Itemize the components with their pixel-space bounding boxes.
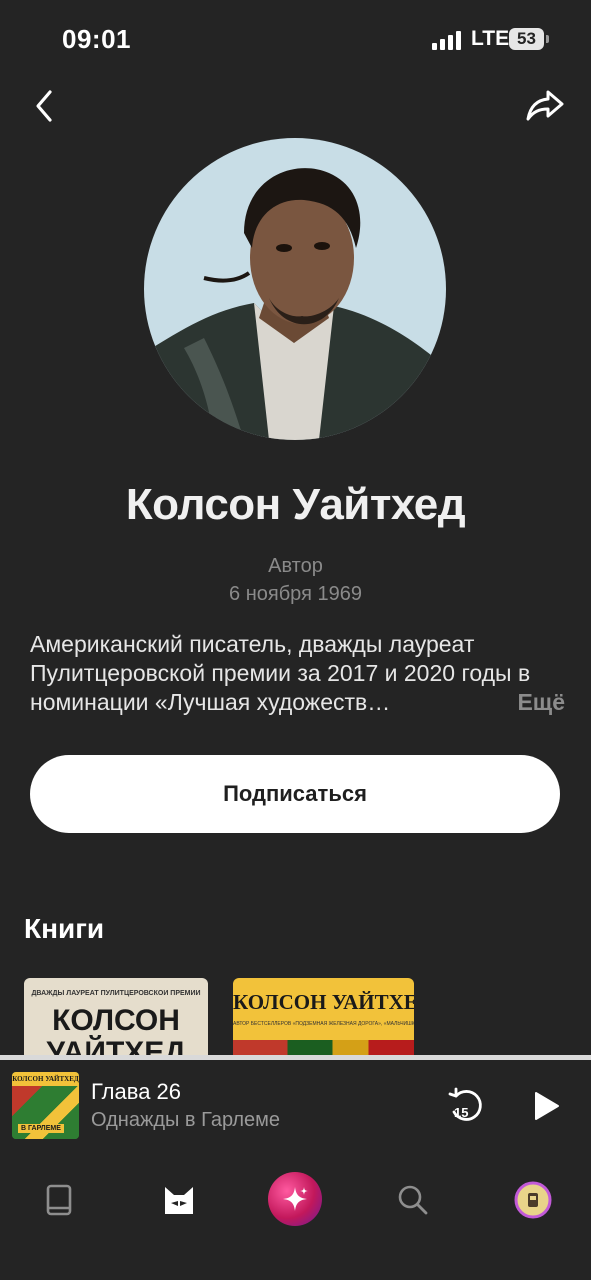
author-bio-text: Американский писатель, дважды лауреат Пу… bbox=[30, 631, 531, 715]
network-type: LTE bbox=[471, 27, 510, 50]
profile-avatar-icon bbox=[514, 1181, 552, 1219]
book-cover-author: КОЛСОН УАЙТХЕД bbox=[46, 1004, 186, 1059]
author-bio[interactable]: Американский писатель, дважды лауреат Пу… bbox=[30, 630, 565, 717]
share-arrow-icon bbox=[526, 90, 564, 121]
bookmate-home-icon bbox=[165, 1187, 193, 1214]
book-cover-author: КОЛСОН УАЙТХЕД bbox=[233, 990, 414, 1014]
book-card[interactable]: ДВАЖДЫ ЛАУРЕАТ ПУЛИТЦЕРОВСКОЙ ПРЕМИИ КОЛ… bbox=[24, 978, 208, 1058]
book-card[interactable]: КОЛСОН УАЙТХЕД АВТОР БЕСТСЕЛЛЕРОВ «ПОДЗЕ… bbox=[233, 978, 414, 1058]
play-icon bbox=[535, 1092, 559, 1120]
book-cover-tagline: АВТОР БЕСТСЕЛЛЕРОВ «ПОДЗЕМНАЯ ЖЕЛЕЗНАЯ Д… bbox=[233, 1021, 414, 1027]
tab-home[interactable] bbox=[155, 1176, 203, 1224]
cellular-signal-icon bbox=[432, 30, 466, 50]
tab-library[interactable] bbox=[35, 1176, 83, 1224]
tab-profile[interactable] bbox=[509, 1176, 557, 1224]
assistant-sparkle-icon bbox=[283, 1187, 308, 1211]
search-icon bbox=[398, 1185, 428, 1215]
share-button[interactable] bbox=[524, 86, 566, 124]
author-role: Автор bbox=[268, 555, 323, 577]
author-birth-date: 6 ноября 1969 bbox=[229, 583, 362, 605]
subscribe-button[interactable]: Подписаться bbox=[30, 755, 560, 833]
bio-more-link[interactable]: Ещё bbox=[511, 688, 565, 717]
mini-player[interactable] bbox=[0, 1055, 591, 1158]
author-name: Колсон Уайтхед bbox=[125, 480, 466, 529]
player-cover-subtitle: В ГАРЛЕМЕ bbox=[18, 1124, 64, 1133]
rewind-15-button[interactable]: 15 bbox=[446, 1086, 486, 1126]
now-playing-book: Однажды в Гарлеме bbox=[91, 1109, 281, 1131]
back-button[interactable] bbox=[28, 86, 64, 126]
rewind-seconds: 15 bbox=[454, 1105, 469, 1120]
book-cover-tagline: ДВАЖДЫ ЛАУРЕАТ ПУЛИТЦЕРОВСКОЙ ПРЕМИИ bbox=[31, 990, 201, 997]
play-button[interactable] bbox=[530, 1090, 562, 1122]
tab-search[interactable] bbox=[389, 1176, 437, 1224]
tab-assistant[interactable] bbox=[268, 1172, 322, 1226]
books-heading: Книги bbox=[24, 913, 105, 944]
now-playing-cover: КОЛСОН УАЙТХЕД В ГАРЛЕМЕ bbox=[12, 1072, 79, 1139]
author-photo bbox=[144, 138, 446, 440]
battery-cap bbox=[546, 35, 549, 43]
status-time: 09:01 bbox=[62, 24, 131, 54]
chevron-left-icon bbox=[36, 90, 52, 122]
now-playing-chapter: Глава 26 bbox=[91, 1079, 182, 1104]
player-cover-author: КОЛСОН УАЙТХЕД bbox=[12, 1072, 79, 1086]
battery-icon: 53 bbox=[509, 28, 544, 50]
library-icon bbox=[46, 1184, 72, 1216]
